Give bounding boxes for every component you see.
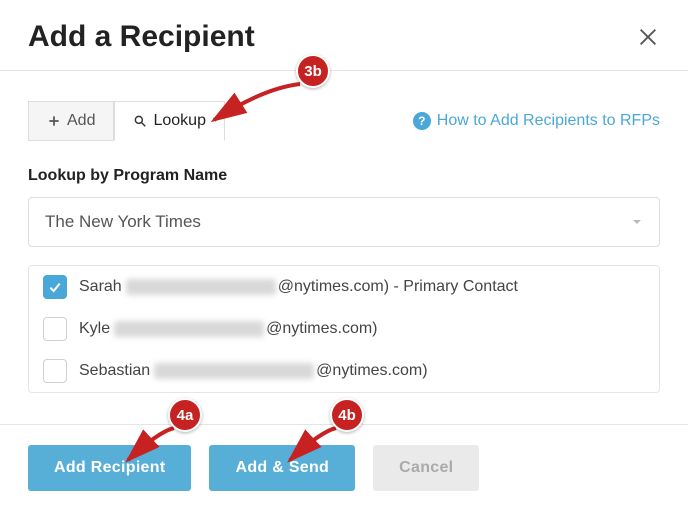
tab-add-label: Add xyxy=(67,112,95,130)
contact-text: Sebastian @nytimes.com) xyxy=(79,362,428,380)
modal-title: Add a Recipient xyxy=(28,20,255,54)
program-select-value: The New York Times xyxy=(45,212,201,232)
contact-first-name: Sebastian xyxy=(79,362,150,379)
chevron-down-icon xyxy=(631,216,643,228)
program-select[interactable]: The New York Times xyxy=(28,197,660,247)
annotation-badge-4b: 4b xyxy=(330,398,364,432)
close-button[interactable] xyxy=(636,25,660,49)
tabs: Add Lookup xyxy=(28,101,225,141)
close-icon xyxy=(637,26,659,48)
help-icon: ? xyxy=(413,112,431,130)
modal-header: Add a Recipient xyxy=(0,0,688,70)
tab-add[interactable]: Add xyxy=(28,101,114,140)
contact-checkbox[interactable] xyxy=(43,359,67,383)
cancel-button[interactable]: Cancel xyxy=(373,445,479,491)
contact-row: Kyle @nytimes.com) xyxy=(29,308,659,350)
add-recipient-modal: Add a Recipient Add Lookup ? How to Add … xyxy=(0,0,688,513)
annotation-badge-4a: 4a xyxy=(168,398,202,432)
help-link[interactable]: ? How to Add Recipients to RFPs xyxy=(413,112,660,130)
plus-icon xyxy=(47,114,61,128)
tab-lookup-label: Lookup xyxy=(153,112,206,130)
contact-email-suffix: @nytimes.com) xyxy=(278,278,389,295)
redacted-span xyxy=(154,363,314,379)
help-link-text: How to Add Recipients to RFPs xyxy=(437,112,660,130)
contact-email-suffix: @nytimes.com) xyxy=(316,362,427,379)
lookup-label: Lookup by Program Name xyxy=(28,167,660,185)
search-icon xyxy=(133,114,147,128)
lookup-section: Lookup by Program Name The New York Time… xyxy=(0,141,688,247)
annotation-badge-3b: 3b xyxy=(296,54,330,88)
annotation-arrow-3b xyxy=(204,78,314,133)
tab-bar: Add Lookup ? How to Add Recipients to RF… xyxy=(0,71,688,141)
contact-checkbox[interactable] xyxy=(43,317,67,341)
contact-row: Sarah @nytimes.com) - Primary Contact xyxy=(29,266,659,308)
contact-tag: - Primary Contact xyxy=(389,278,518,295)
contact-row: Sebastian @nytimes.com) xyxy=(29,350,659,392)
check-icon xyxy=(47,279,63,295)
contact-first-name: Sarah xyxy=(79,278,122,295)
contact-first-name: Kyle xyxy=(79,320,110,337)
contact-email-suffix: @nytimes.com) xyxy=(266,320,377,337)
redacted-span xyxy=(114,321,264,337)
contact-text: Sarah @nytimes.com) - Primary Contact xyxy=(79,278,518,296)
redacted-span xyxy=(126,279,276,295)
contact-text: Kyle @nytimes.com) xyxy=(79,320,378,338)
contact-list: Sarah @nytimes.com) - Primary Contact Kyle… xyxy=(28,265,660,393)
contact-checkbox[interactable] xyxy=(43,275,67,299)
